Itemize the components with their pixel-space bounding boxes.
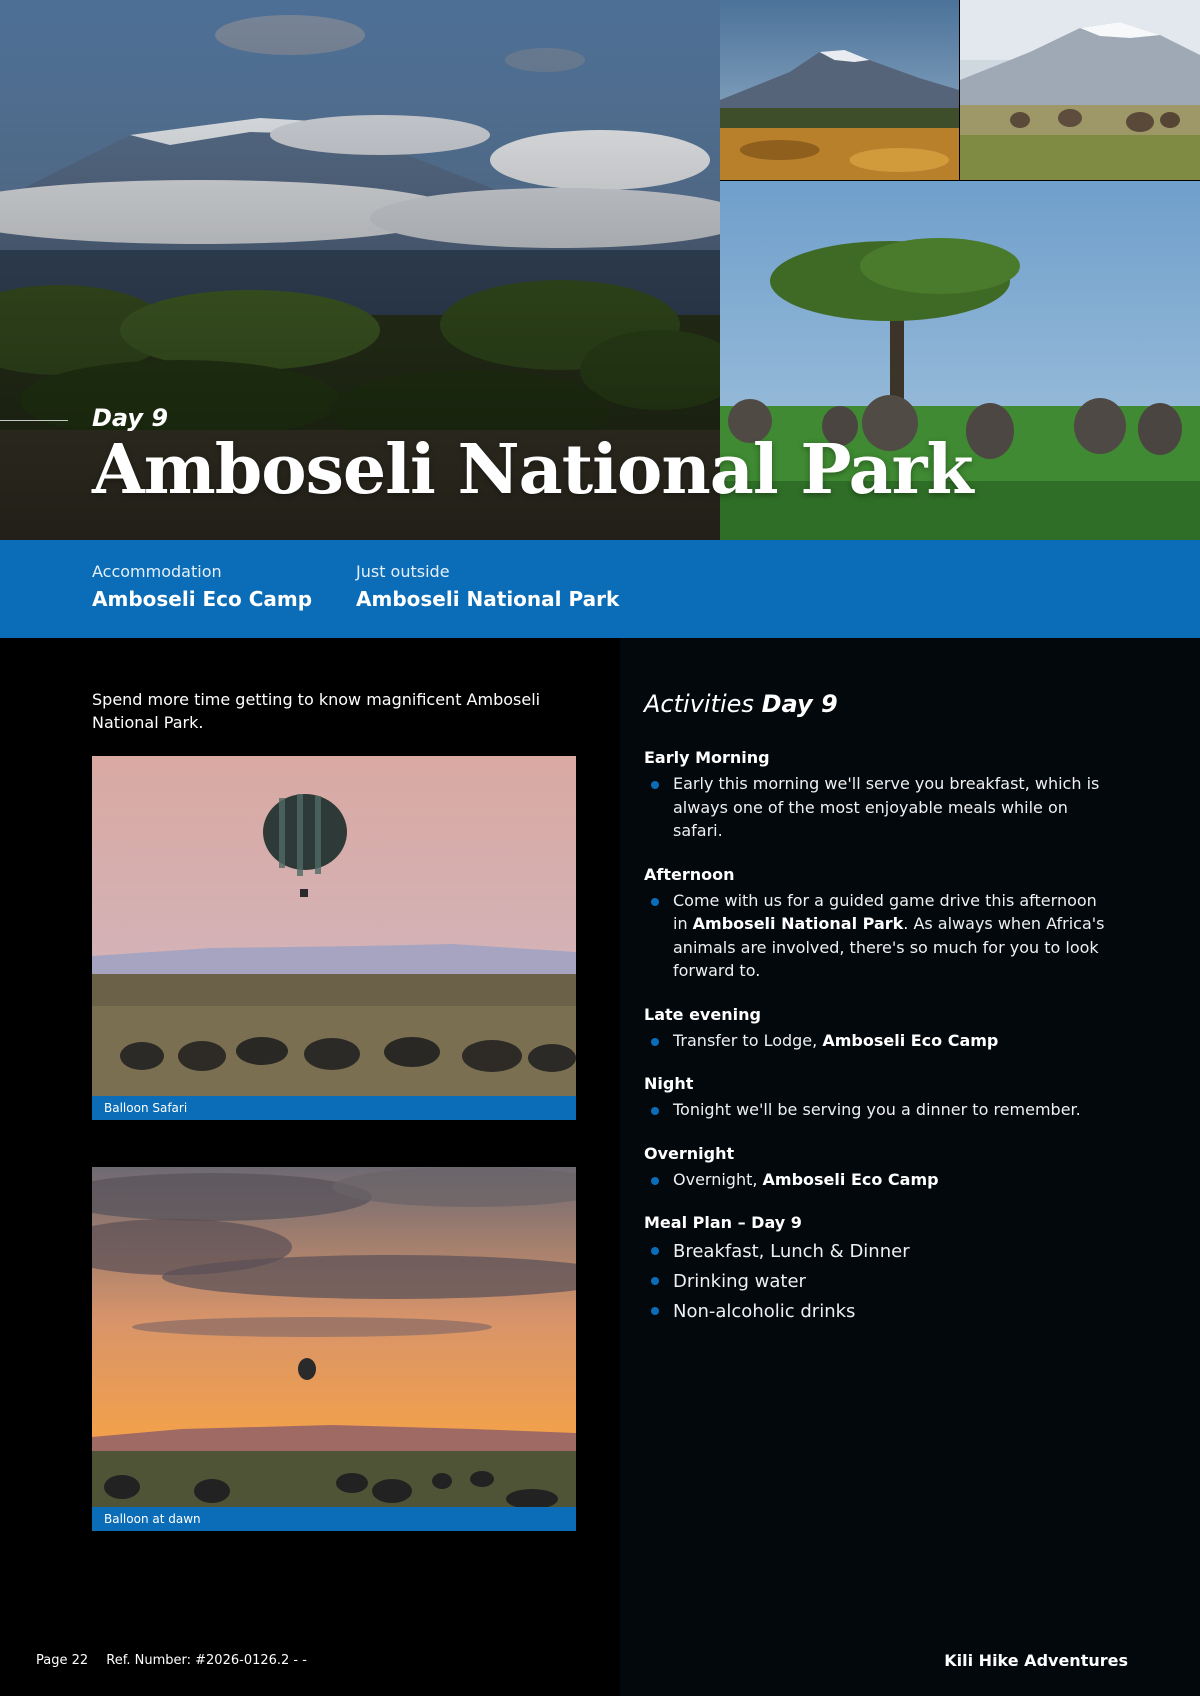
- balloon-safari-photo: [92, 756, 576, 1096]
- meal-item: Non-alcoholic drinks: [644, 1297, 1114, 1327]
- activity-early-morning: Early Morning Early this morning we'll s…: [644, 748, 1114, 843]
- balloon-safari-figure: Balloon Safari: [92, 756, 576, 1120]
- meal-item: Drinking water: [644, 1267, 1114, 1297]
- reference-number: Ref. Number: #2026-0126.2 - -: [106, 1653, 307, 1668]
- activity-text: Overnight,: [673, 1169, 763, 1189]
- activity-overnight: Overnight Overnight, Amboseli Eco Camp: [644, 1144, 1114, 1192]
- left-column: Spend more time getting to know magnific…: [0, 638, 620, 1696]
- activity-text: Transfer to Lodge,: [673, 1030, 823, 1050]
- location-info: Just outside Amboseli National Park: [356, 562, 619, 611]
- activity-item: Overnight, Amboseli Eco Camp: [644, 1168, 1114, 1192]
- figure-caption: Balloon at dawn: [92, 1507, 576, 1531]
- activities-panel: Activities Day 9 Early Morning Early thi…: [620, 638, 1200, 1696]
- activities-title: Activities Day 9: [644, 690, 838, 718]
- activity-item: Come with us for a guided game drive thi…: [644, 889, 1114, 983]
- page-number: Page 22: [36, 1653, 89, 1668]
- meal-plan-heading: Meal Plan – Day 9: [644, 1213, 802, 1232]
- activity-heading: Early Morning: [644, 748, 770, 767]
- activity-text: Early this morning we'll serve you break…: [673, 774, 1100, 840]
- page-title: Amboseli National Park: [92, 430, 974, 510]
- accommodation-info: Accommodation Amboseli Eco Camp: [92, 562, 312, 611]
- day-label: Day 9: [92, 404, 169, 432]
- accommodation-label: Accommodation: [92, 562, 222, 581]
- activity-text-bold: Amboseli Eco Camp: [762, 1169, 939, 1189]
- activity-heading: Overnight: [644, 1143, 735, 1163]
- activities-title-day: Day 9: [761, 690, 838, 718]
- activity-heading: Afternoon: [644, 864, 735, 884]
- activity-text-bold: Amboseli National Park: [692, 914, 904, 933]
- activity-text-bold: Amboseli Eco Camp: [822, 1030, 999, 1050]
- activities-list: Early Morning Early this morning we'll s…: [644, 748, 1114, 1349]
- activity-heading: Night: [644, 1074, 694, 1093]
- activities-title-prefix: Activities: [644, 690, 754, 718]
- activity-item: Early this morning we'll serve you break…: [644, 772, 1114, 843]
- footer-meta: Page 22 Ref. Number: #2026-0126.2 - -: [36, 1653, 321, 1668]
- kilimanjaro-elephants-photo: [960, 0, 1200, 180]
- activity-text: Tonight we'll be serving you a dinner to…: [673, 1100, 1081, 1119]
- balloon-dawn-figure: Balloon at dawn: [92, 1167, 576, 1531]
- activity-item: Tonight we'll be serving you a dinner to…: [644, 1098, 1114, 1122]
- balloon-dawn-photo: [92, 1167, 576, 1507]
- hero: Day 9 Amboseli National Park: [0, 0, 1200, 540]
- meal-plan: Meal Plan – Day 9 Breakfast, Lunch & Din…: [644, 1213, 1114, 1327]
- accommodation-value: Amboseli Eco Camp: [92, 587, 313, 611]
- activity-afternoon: Afternoon Come with us for a guided game…: [644, 865, 1114, 983]
- activity-item: Transfer to Lodge, Amboseli Eco Camp: [644, 1029, 1114, 1053]
- location-value: Amboseli National Park: [356, 587, 620, 611]
- kilimanjaro-savanna-photo: [720, 0, 959, 180]
- activity-night: Night Tonight we'll be serving you a din…: [644, 1074, 1114, 1122]
- figure-caption: Balloon Safari: [92, 1096, 576, 1120]
- intro-text: Spend more time getting to know magnific…: [92, 690, 541, 732]
- activity-late-evening: Late evening Transfer to Lodge, Amboseli…: [644, 1005, 1114, 1053]
- location-label: Just outside: [356, 562, 450, 581]
- meal-item: Breakfast, Lunch & Dinner: [644, 1237, 1114, 1267]
- brand-name: Kili Hike Adventures: [944, 1651, 1128, 1670]
- info-band: Accommodation Amboseli Eco Camp Just out…: [0, 540, 1200, 638]
- hero-divider: [0, 420, 68, 421]
- activity-heading: Late evening: [644, 1004, 761, 1024]
